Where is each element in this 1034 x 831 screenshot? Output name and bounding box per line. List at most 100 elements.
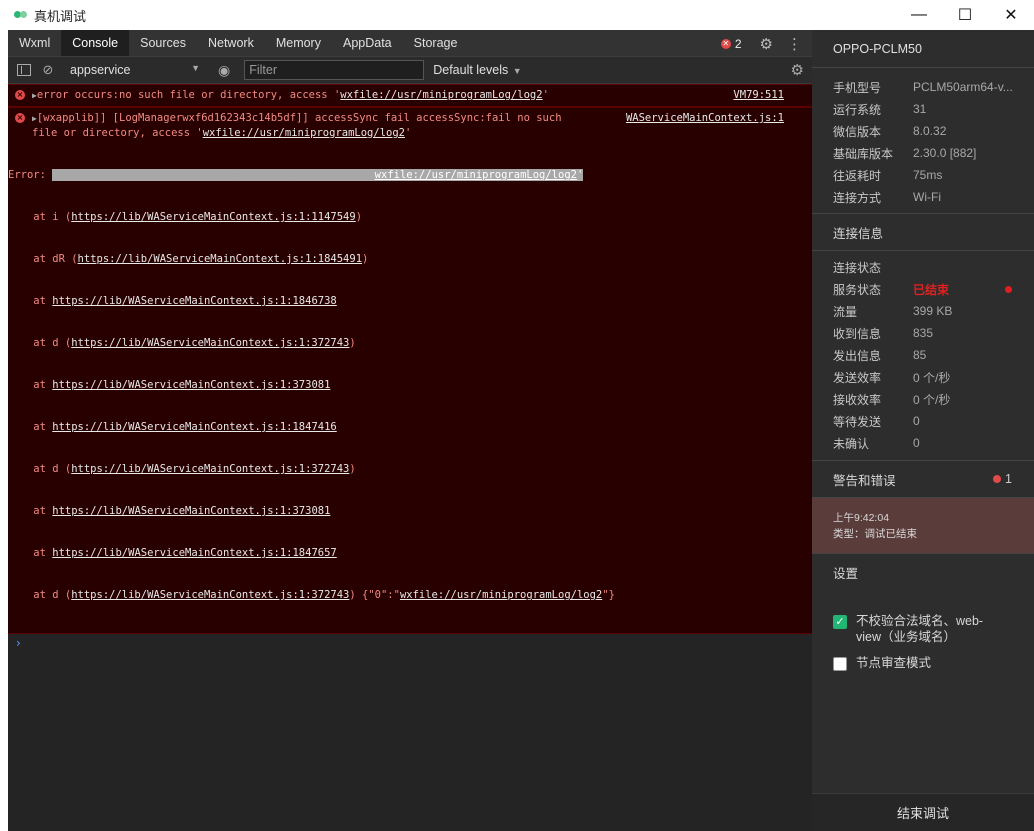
stack-url-link[interactable]: https://lib/WAServiceMainContext.js:1:18…: [52, 421, 336, 433]
info-label: 服务状态: [833, 282, 882, 297]
stack-frame: at https://lib/WAServiceMainContext.js:1…: [8, 420, 812, 434]
option-label: 不校验合法域名、web-view（业务域名）: [856, 614, 984, 644]
more-options-icon[interactable]: ⋮: [787, 35, 802, 53]
info-value: 0 个/秒: [913, 392, 951, 407]
info-value: 2.30.0 [882]: [913, 146, 977, 160]
window-titlebar: 真机调试 — ☐ ✕: [0, 0, 1034, 30]
stack-url-link[interactable]: https://lib/WAServiceMainContext.js:1:37…: [52, 505, 330, 517]
stack-url-link[interactable]: https://lib/WAServiceMainContext.js:1:18…: [78, 253, 362, 265]
error-line: ▶error occurs:no such file or directory,…: [8, 88, 812, 103]
info-row: 接收效率 0 个/秒: [812, 388, 1034, 410]
console-error-message: × ▶error occurs:no such file or director…: [8, 84, 812, 107]
log-levels-dropdown[interactable]: Default levels ▼: [433, 63, 521, 77]
stack-frame-suffix: ) {"0":": [349, 589, 400, 601]
error-count: 2: [734, 36, 742, 51]
tab-sources[interactable]: Sources: [129, 30, 197, 56]
stack-frame-suffix: ): [362, 253, 369, 265]
option-node-inspect[interactable]: 节点审查模式: [812, 655, 1034, 671]
stack-frame-suffix: ): [349, 337, 356, 349]
context-select[interactable]: appservice ▼: [70, 63, 200, 77]
console-error-message: × ▶[wxapplib]] [LogManagerwxf6d162343c14…: [8, 107, 812, 634]
info-row: 基础库版本 2.30.0 [882]: [812, 142, 1034, 164]
info-label: 接收效率: [833, 392, 882, 407]
stack-frame: at d (https://lib/WAServiceMainContext.j…: [8, 336, 812, 350]
stack-url-link[interactable]: https://lib/WAServiceMainContext.js:1:37…: [71, 337, 349, 349]
filter-input[interactable]: Filter: [244, 60, 425, 80]
tab-wxml[interactable]: Wxml: [8, 30, 61, 56]
settings-gear-icon[interactable]: ⚙: [760, 35, 773, 53]
error-line: file or directory, access 'wxfile://usr/…: [8, 126, 812, 140]
source-link[interactable]: WAServiceMainContext.js:1: [626, 111, 784, 125]
option-label: 节点审查模式: [856, 656, 932, 670]
connection-status-label: 连接状态: [833, 260, 882, 275]
stack-url-link[interactable]: https://lib/WAServiceMainContext.js:1:11…: [71, 211, 355, 223]
console-output: × ▶error occurs:no such file or director…: [8, 84, 812, 652]
info-value: 835: [913, 326, 934, 340]
tab-network[interactable]: Network: [197, 30, 265, 56]
info-label: 往返耗时: [833, 168, 882, 183]
info-value: 0 个/秒: [913, 370, 951, 385]
minimize-button[interactable]: —: [896, 0, 942, 30]
warnings-title: 警告和错误: [833, 473, 896, 488]
info-label: 流量: [833, 304, 858, 319]
stack-frame: at d (https://lib/WAServiceMainContext.j…: [8, 588, 812, 602]
info-value: PCLM50arm64-v...: [913, 80, 1013, 94]
maximize-button[interactable]: ☐: [942, 0, 988, 30]
stack-url-link[interactable]: https://lib/WAServiceMainContext.js:1:37…: [71, 463, 349, 475]
option-skip-domain-check[interactable]: ✓ 不校验合法域名、web-view（业务域名）: [812, 613, 1034, 645]
live-expression-eye-icon[interactable]: ◉: [218, 62, 230, 79]
connection-info-title: 连接信息: [812, 214, 1034, 251]
stack-frame-end: "}: [602, 589, 615, 601]
console-prompt[interactable]: ›: [8, 636, 812, 652]
stack-frame-prefix: at: [8, 379, 53, 391]
checkbox-checked-icon[interactable]: ✓: [833, 615, 847, 629]
info-label: 收到信息: [833, 326, 882, 341]
stack-url-link[interactable]: https://lib/WAServiceMainContext.js:1:18…: [52, 295, 336, 307]
close-button[interactable]: ✕: [988, 0, 1034, 30]
error-text: error occurs:no such file or directory, …: [36, 89, 341, 101]
stack-frame: at https://lib/WAServiceMainContext.js:1…: [8, 294, 812, 308]
console-settings-gear-icon[interactable]: ⚙: [791, 61, 804, 79]
chevron-down-icon: ▼: [510, 66, 522, 76]
sidebar-toggle-icon[interactable]: [17, 64, 31, 76]
info-label: 微信版本: [833, 124, 882, 139]
info-value: 8.0.32: [913, 124, 947, 138]
error-counter[interactable]: ✕ 2: [720, 36, 742, 51]
stack-url-link[interactable]: https://lib/WAServiceMainContext.js:1:37…: [71, 589, 349, 601]
info-row: 未确认 0: [812, 432, 1034, 454]
checkbox-unchecked-icon[interactable]: [833, 657, 847, 671]
stack-frame-prefix: at d (: [8, 589, 72, 601]
stack-url-link[interactable]: https://lib/WAServiceMainContext.js:1:18…: [52, 547, 336, 559]
window-title: 真机调试: [34, 8, 87, 24]
source-link[interactable]: VM79:511: [733, 88, 784, 102]
error-icon: [993, 475, 1002, 483]
settings-title: 设置: [833, 567, 859, 581]
stack-url-link[interactable]: https://lib/WAServiceMainContext.js:1:37…: [52, 379, 330, 391]
end-debug-button[interactable]: 结束调试: [812, 793, 1034, 831]
stack-frame-prefix: at d (: [8, 337, 72, 349]
error-text-suffix: ': [404, 127, 412, 139]
tab-memory[interactable]: Memory: [265, 30, 332, 56]
stack-frame-prefix: at d (: [8, 463, 72, 475]
file-path-link[interactable]: wxfile://usr/miniprogramLog/log2: [400, 589, 602, 601]
tab-appdata[interactable]: AppData: [332, 30, 403, 56]
info-value: Wi-Fi: [913, 190, 941, 204]
app-logo-icon: [14, 10, 28, 20]
info-value: 75ms: [913, 168, 943, 182]
file-path-link[interactable]: wxfile://usr/miniprogramLog/log2: [374, 169, 577, 181]
warnings-errors-header[interactable]: 警告和错误 1: [812, 461, 1034, 498]
info-row: 微信版本 8.0.32: [812, 120, 1034, 142]
file-path-link[interactable]: wxfile://usr/miniprogramLog/log2: [340, 89, 542, 101]
info-row: 连接方式 Wi-Fi: [812, 186, 1034, 208]
chevron-down-icon: ▼: [191, 63, 200, 73]
info-value: 31: [913, 102, 927, 116]
tab-storage[interactable]: Storage: [403, 30, 469, 56]
tab-console[interactable]: Console: [61, 30, 130, 56]
clear-console-icon[interactable]: ⊘: [40, 62, 56, 78]
error-icon: ×: [15, 113, 25, 123]
stack-frame-prefix: at i (: [8, 211, 72, 223]
info-label: 发出信息: [833, 348, 882, 363]
stack-frame: at d (https://lib/WAServiceMainContext.j…: [8, 462, 812, 476]
file-path-link[interactable]: wxfile://usr/miniprogramLog/log2: [203, 127, 405, 139]
stack-frame-prefix: at: [8, 421, 53, 433]
